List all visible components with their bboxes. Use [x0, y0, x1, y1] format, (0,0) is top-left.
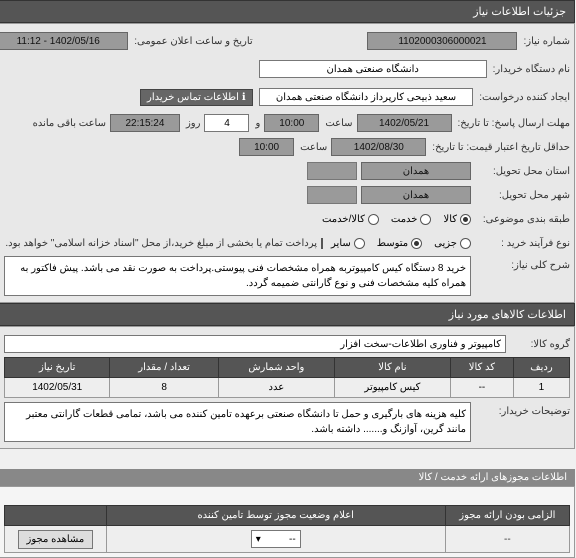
radio-goods-label: کالا [444, 214, 458, 225]
th-row: ردیف [514, 358, 570, 378]
dash-text: -- [505, 534, 512, 545]
field-general-desc: خرید 8 دستگاه کیس کامپیوتربه همراه مشخصا… [5, 256, 472, 296]
payment-checkbox[interactable] [322, 238, 324, 249]
td-code: -- [451, 378, 514, 398]
section-header-main: جزئیات اطلاعات نیاز [0, 0, 576, 23]
field-city-extra [308, 186, 358, 204]
radio-mid-label: متوسط [378, 238, 409, 249]
field-send-date: 1402/05/21 [358, 114, 453, 132]
field-buyer-org: دانشگاه صنعتی همدان [260, 60, 488, 78]
label-public-date: تاریخ و ساعت اعلان عمومی: [133, 36, 254, 47]
label-need-number: شماره نیاز: [522, 36, 571, 47]
radio-other-label: سایر [332, 238, 352, 249]
goods-panel: گروه کالا: کامپیوتر و فناوری اطلاعات-سخت… [0, 326, 576, 449]
select-value: -- [290, 534, 297, 545]
goods-table: ردیف کد کالا نام کالا واحد شمارش تعداد /… [5, 357, 571, 398]
th-permit-required: الزامی بودن ارائه مجوز [446, 506, 570, 526]
radio-both-label: کالا/خدمت [323, 214, 366, 225]
th-date: تاریخ نیاز [6, 358, 111, 378]
td-date: 1402/05/31 [6, 378, 111, 398]
radio-circle-icon [461, 238, 472, 249]
th-permit-action [6, 506, 108, 526]
th-qty: تعداد / مقدار [111, 358, 219, 378]
td-permit-required: -- [446, 526, 570, 553]
label-purchase-type: نوع فرآیند خرید : [476, 238, 571, 249]
radio-low[interactable]: جزیی [435, 238, 472, 249]
permits-header-row: الزامی بودن ارائه مجوز اعلام وضعیت مجوز … [6, 506, 571, 526]
label-send-deadline: مهلت ارسال پاسخ: تا تاریخ: [457, 118, 571, 129]
label-state: استان محل تحویل: [476, 166, 571, 177]
td-qty: 8 [111, 378, 219, 398]
radio-dot-icon [461, 214, 472, 225]
label-remaining: ساعت باقی مانده [32, 118, 107, 129]
section-header-goods: اطلاعات کالاهای مورد نیاز [0, 303, 576, 326]
td-unit: عدد [219, 378, 335, 398]
label-goods-group: گروه کالا: [511, 339, 571, 350]
radio-service[interactable]: خدمت [392, 214, 433, 225]
radio-circle-icon [355, 238, 366, 249]
category-radio-group: کالا خدمت کالا/خدمت [323, 214, 472, 225]
label-buyer-notes: توضیحات خریدار: [476, 402, 571, 417]
td-permit-action: مشاهده مجوز [6, 526, 108, 553]
permit-status-select[interactable]: -- ▾ [252, 530, 302, 548]
label-city: شهر محل تحویل: [476, 190, 571, 201]
radio-goods[interactable]: کالا [444, 214, 472, 225]
label-day: روز [185, 118, 202, 129]
field-state: همدان [362, 162, 472, 180]
label-general-desc: شرح کلی نیاز: [476, 256, 571, 271]
radio-service-label: خدمت [392, 214, 419, 225]
radio-low-label: جزیی [435, 238, 458, 249]
permits-row: -- -- ▾ مشاهده مجوز [6, 526, 571, 553]
th-code: کد کالا [451, 358, 514, 378]
field-buyer-notes: کلیه هزینه های بارگیری و حمل تا دانشگاه … [5, 402, 472, 442]
permits-table: الزامی بودن ارائه مجوز اعلام وضعیت مجوز … [5, 505, 571, 553]
chevron-down-icon: ▾ [257, 534, 262, 545]
permits-panel: الزامی بودن ارائه مجوز اعلام وضعیت مجوز … [0, 486, 576, 558]
label-creator: ایجاد کننده درخواست: [478, 92, 571, 103]
table-header-row: ردیف کد کالا نام کالا واحد شمارش تعداد /… [6, 358, 571, 378]
th-unit: واحد شمارش [219, 358, 335, 378]
th-permit-status: اعلام وضعیت مجوز توسط تامین کننده [107, 506, 446, 526]
radio-dot-icon [412, 238, 423, 249]
field-public-date: 1402/05/16 - 11:12 [0, 32, 129, 50]
label-category: طبقه بندی موضوعی: [476, 214, 571, 225]
details-panel: شماره نیاز: 1102000306000021 نام دستگاه … [0, 23, 576, 303]
label-time-2: ساعت [299, 142, 328, 153]
label-time-1: ساعت [324, 118, 353, 129]
field-need-number: 1102000306000021 [368, 32, 518, 50]
field-city: همدان [362, 186, 472, 204]
td-name: کیس کامپیوتر [335, 378, 451, 398]
info-icon: ℹ [243, 92, 247, 103]
field-days: 4 [205, 114, 250, 132]
field-send-time: 10:00 [265, 114, 320, 132]
td-permit-status: -- ▾ [107, 526, 446, 553]
radio-other[interactable]: سایر [332, 238, 366, 249]
contact-buyer-button[interactable]: ℹ اطلاعات تماس خریدار [141, 89, 254, 106]
contact-label: اطلاعات تماس خریدار [148, 92, 240, 103]
view-permit-button[interactable]: مشاهده مجوز [19, 530, 95, 549]
radio-both[interactable]: کالا/خدمت [323, 214, 380, 225]
field-validity-date: 1402/08/30 [332, 138, 427, 156]
td-row: 1 [514, 378, 570, 398]
label-and: و [254, 118, 261, 129]
field-creator: سعید ذبیحی کارپرداز دانشگاه صنعتی همدان [260, 88, 475, 106]
label-min-validity: حداقل تاریخ اعتبار قیمت: تا تاریخ: [431, 142, 571, 153]
th-name: نام کالا [335, 358, 451, 378]
field-validity-time: 10:00 [240, 138, 295, 156]
label-buyer-org: نام دستگاه خریدار: [492, 64, 571, 75]
field-state-extra [308, 162, 358, 180]
section-header-permits: اطلاعات مجوزهای ارائه خدمت / کالا [0, 469, 576, 486]
label-payment-note: پرداخت تمام یا بخشی از مبلغ خرید،از محل … [4, 238, 318, 249]
radio-mid[interactable]: متوسط [378, 238, 423, 249]
purchase-type-group: جزیی متوسط سایر [332, 238, 472, 249]
radio-circle-icon [369, 214, 380, 225]
table-row: 1 -- کیس کامپیوتر عدد 8 1402/05/31 [6, 378, 571, 398]
field-remaining: 22:15:24 [111, 114, 181, 132]
field-goods-group: کامپیوتر و فناوری اطلاعات-سخت افزار [5, 335, 507, 353]
radio-circle-icon [421, 214, 432, 225]
